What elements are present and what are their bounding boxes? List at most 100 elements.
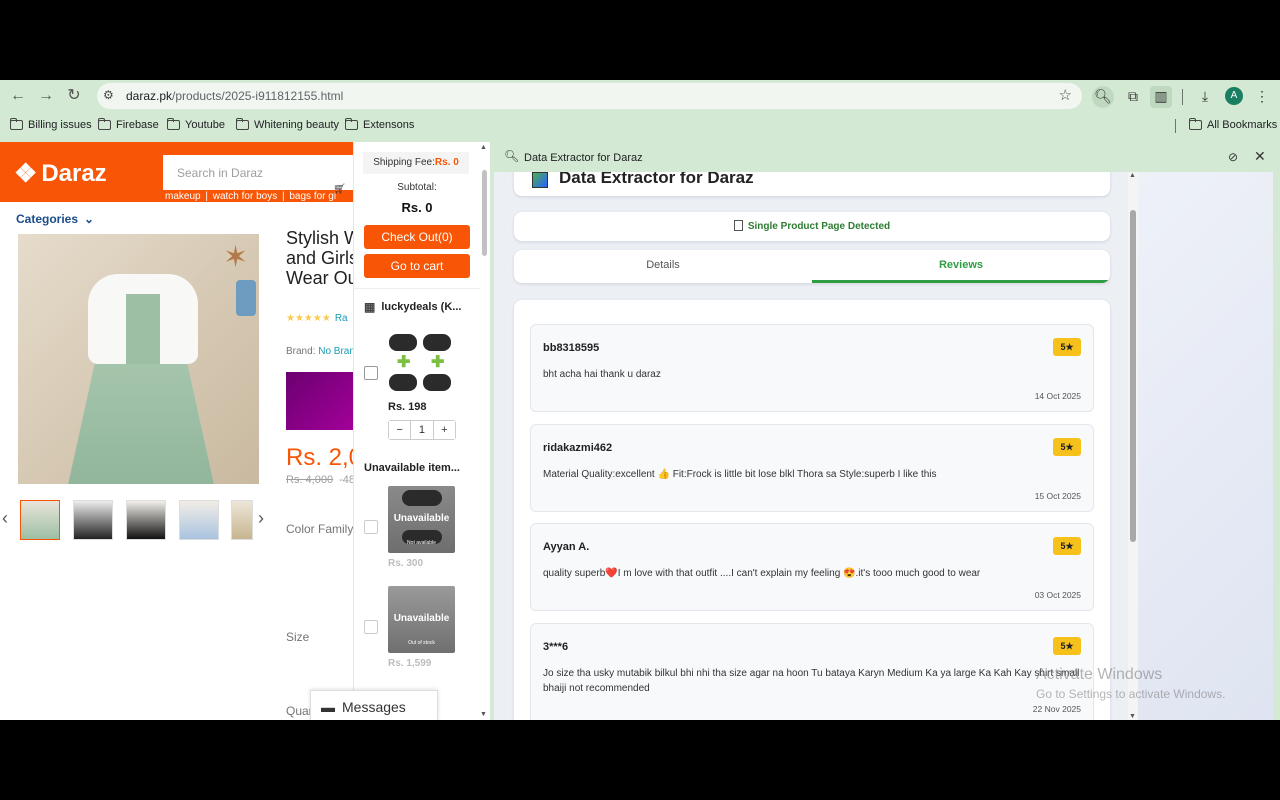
review-user: 3***6 [543, 641, 569, 653]
scroll-down-icon[interactable]: ▼ [480, 711, 487, 718]
scrollbar-thumb[interactable] [482, 170, 487, 256]
store-row[interactable]: ▦ luckydeals (K... [364, 300, 461, 314]
reload-icon[interactable]: ↻ [64, 86, 84, 106]
side-panel-title[interactable]: Data Extractor for Daraz [524, 152, 643, 164]
scroll-down-icon[interactable]: ▼ [1129, 713, 1136, 720]
rating-badge: 5★ [1053, 637, 1081, 655]
decrement-button[interactable]: − [389, 421, 411, 439]
tab-details[interactable]: Details [514, 250, 812, 283]
site-info-icon[interactable]: ⚙ [103, 88, 114, 102]
thumbnail[interactable] [20, 500, 60, 540]
extensions-icon[interactable]: ⧉ [1122, 86, 1144, 108]
chevron-down-icon: ⌄ [84, 212, 95, 226]
cart-item-price: Rs. 198 [388, 401, 427, 413]
back-icon[interactable]: ← [8, 86, 28, 106]
review-user: Ayyan A. [543, 541, 590, 553]
close-icon[interactable]: ✕ [1254, 148, 1266, 165]
bookmark-youtube[interactable]: Youtube [167, 118, 225, 131]
cart-item-image[interactable]: ✚ ✚ [387, 332, 455, 394]
web-page: ❖Daraz makeup | watch for boys | bags fo… [0, 142, 490, 720]
starfish-decor: ✶ [223, 241, 249, 274]
address-bar[interactable]: ⚙ daraz.pk/products/2025-i911812155.html… [97, 83, 1082, 109]
messages-label: Messages [342, 698, 406, 715]
unpin-icon[interactable]: ⊘ [1228, 150, 1238, 164]
eye-mask-icon [423, 374, 451, 391]
bookmark-billing-issues[interactable]: Billing issues [10, 118, 92, 131]
chevron-left-icon[interactable]: ‹ [2, 508, 8, 529]
checkout-button[interactable]: Check Out(0) [364, 225, 470, 249]
tab-reviews[interactable]: Reviews [812, 250, 1110, 283]
daraz-logo[interactable]: ❖ Daraz [14, 158, 107, 189]
bookmark-star-icon[interactable]: ☆ [1059, 86, 1072, 104]
dress-skirt [66, 344, 216, 484]
profile-avatar[interactable]: A [1225, 87, 1243, 105]
all-bookmarks[interactable]: All Bookmarks [1189, 118, 1278, 131]
increment-button[interactable]: + [433, 421, 455, 439]
browser-toolbar: ← → ↻ ⚙ daraz.pk/products/2025-i91181215… [0, 80, 1280, 112]
item-checkbox[interactable] [364, 366, 378, 380]
rating-badge: 5★ [1053, 338, 1081, 356]
menu-icon[interactable]: ⋮ [1251, 86, 1273, 108]
messages-button[interactable]: ▬ Messages [310, 690, 438, 720]
download-icon[interactable]: ⤓ [1194, 86, 1216, 108]
zoom-icon[interactable]: 🔍︎ [1092, 86, 1114, 108]
bookmark-extensons[interactable]: Extensons [345, 118, 414, 131]
subtotal-value: Rs. 0 [401, 200, 433, 215]
document-icon [733, 220, 743, 231]
drawer-scrollbar[interactable]: ▲ ▼ [480, 144, 488, 720]
review-text: bht acha hai thank u daraz [543, 369, 661, 380]
brand-link[interactable]: No Bran [318, 346, 355, 357]
categories-menu[interactable]: Categories ⌄ [16, 212, 94, 226]
promo-banner[interactable] [286, 372, 356, 430]
divider [354, 288, 480, 289]
quick-link-bags[interactable]: bags for gi [287, 191, 338, 202]
plus-icon: ✚ [431, 354, 445, 371]
address-url: daraz.pk/products/2025-i911812155.html [126, 89, 343, 103]
store-icon: ▦ [364, 300, 376, 314]
unavailable-item-image[interactable]: Unavailable Out of stock [388, 586, 455, 653]
url-path: /products/2025-i911812155.html [172, 89, 344, 103]
thumbnail[interactable] [73, 500, 113, 540]
ratings-link[interactable]: Ra [335, 313, 348, 324]
watermark-title: Activate Windows [1036, 666, 1163, 683]
unavailable-overlay: Unavailable [393, 613, 450, 624]
bookmark-label: Firebase [116, 119, 159, 131]
go-to-cart-button[interactable]: Go to cart [364, 254, 470, 278]
quick-link-watch[interactable]: watch for boys [211, 191, 279, 202]
forward-icon[interactable]: → [36, 86, 56, 106]
eye-mask-icon [423, 334, 451, 351]
item-checkbox[interactable] [364, 520, 378, 534]
unavailable-item-image[interactable]: Unavailable Not available [388, 486, 455, 553]
quantity-value[interactable]: 1 [410, 421, 434, 439]
extension-body: Data Extractor for Daraz Single Product … [494, 172, 1273, 720]
toolbar-divider [1182, 89, 1183, 105]
eye-mask-icon [389, 374, 417, 391]
folder-icon [167, 118, 180, 130]
subtotal-label: Subtotal: [397, 182, 437, 193]
bookmark-label: All Bookmarks [1207, 119, 1278, 131]
bookmark-label: Youtube [185, 119, 225, 131]
bookmark-label: Whitening beauty [254, 119, 339, 131]
bookmark-whitening-beauty[interactable]: Whitening beauty [236, 118, 339, 131]
side-panel-icon[interactable]: ▥ [1150, 86, 1172, 108]
bookmark-firebase[interactable]: Firebase [98, 118, 159, 131]
scrollbar-thumb[interactable] [1130, 210, 1136, 542]
product-thumbnails: ‹ › [0, 500, 270, 542]
product-image[interactable]: ✶ [18, 234, 259, 484]
item-checkbox[interactable] [364, 620, 378, 634]
review-date: 15 Oct 2025 [1034, 491, 1081, 501]
thumbnail[interactable] [231, 500, 253, 540]
quick-link-makeup[interactable]: makeup [163, 191, 203, 202]
unavailable-item-price: Rs. 300 [388, 558, 424, 569]
scroll-up-icon[interactable]: ▲ [1129, 172, 1136, 179]
cart-icon[interactable]: 🛒︎ [333, 184, 346, 195]
extension-scrollbar[interactable]: ▲ ▼ [1128, 172, 1138, 720]
scroll-up-icon[interactable]: ▲ [480, 144, 487, 151]
thumbnail[interactable] [126, 500, 166, 540]
thumbnail[interactable] [179, 500, 219, 540]
daraz-quick-links: makeup | watch for boys | bags for gi [163, 191, 338, 202]
side-panel: 🔍︎ Data Extractor for Daraz ⊘ ✕ Data Ext… [492, 142, 1280, 720]
chevron-right-icon[interactable]: › [258, 508, 264, 529]
side-panel-header: 🔍︎ Data Extractor for Daraz ⊘ ✕ [492, 142, 1280, 172]
frame-decor [236, 280, 256, 316]
